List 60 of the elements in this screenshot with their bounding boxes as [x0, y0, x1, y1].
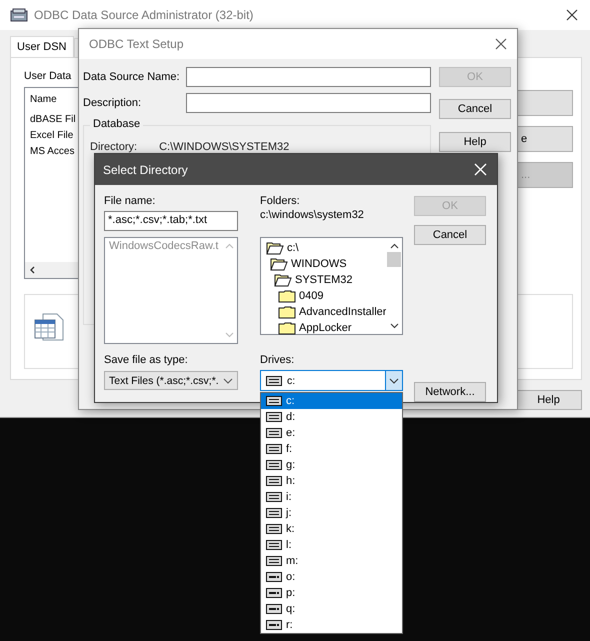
- file-type-dropdown[interactable]: Text Files (*.asc;*.csv;*.: [104, 371, 238, 390]
- drive-option[interactable]: h:: [261, 473, 402, 489]
- scroll-down-icon[interactable]: [390, 323, 399, 329]
- group-label: Database: [90, 118, 144, 130]
- file-item: WindowsCodecsRaw.t: [109, 240, 218, 252]
- drive-option[interactable]: l:: [261, 537, 402, 553]
- drive-option[interactable]: g:: [261, 457, 402, 473]
- drive-icon: [266, 376, 282, 386]
- server-icon: [10, 8, 28, 22]
- close-icon[interactable]: [566, 9, 578, 21]
- drive-option[interactable]: o:: [261, 569, 402, 585]
- scrollbar-thumb[interactable]: [387, 252, 402, 267]
- scroll-left-icon[interactable]: [29, 266, 37, 274]
- folder-item[interactable]: SYSTEM32: [261, 272, 386, 288]
- scroll-up-icon[interactable]: [390, 243, 399, 249]
- current-path: c:\windows\system32: [260, 208, 365, 222]
- drives-label: Drives:: [260, 353, 296, 367]
- input-field[interactable]: [186, 67, 431, 87]
- drive-option[interactable]: f:: [261, 441, 402, 457]
- dialog-button[interactable]: Help: [439, 132, 511, 152]
- folder-item[interactable]: c:\: [261, 240, 386, 256]
- field-label: Description:: [83, 97, 142, 109]
- dropdown-arrow-button[interactable]: [385, 371, 402, 390]
- help-button[interactable]: Help: [515, 390, 582, 410]
- drive-option[interactable]: p:: [261, 585, 402, 601]
- field-label: Data Source Name:: [83, 71, 181, 83]
- chevron-down-icon: [223, 378, 233, 384]
- input-field[interactable]: [186, 93, 431, 113]
- drive-option[interactable]: d:: [261, 409, 402, 425]
- chevron-down-icon: [389, 378, 399, 384]
- drive-option[interactable]: q:: [261, 601, 402, 617]
- window-title: ODBC Data Source Administrator (32-bit): [34, 8, 254, 22]
- file-type-label: Save file as type:: [104, 353, 189, 367]
- file-name-field[interactable]: *.asc;*.csv;*.tab;*.txt: [104, 211, 238, 231]
- folder-item[interactable]: AppLocker: [261, 320, 386, 336]
- close-icon[interactable]: [495, 38, 507, 50]
- dialog-title: ODBC Text Setup: [89, 37, 184, 51]
- drive-option[interactable]: i:: [261, 489, 402, 505]
- folder-item[interactable]: 0409: [261, 288, 386, 304]
- drive-option[interactable]: c:: [261, 393, 402, 409]
- drive-option[interactable]: j:: [261, 505, 402, 521]
- section-label: User Data: [24, 70, 72, 82]
- folder-item[interactable]: WINDOWS: [261, 256, 386, 272]
- directory-path: C:\WINDOWS\SYSTEM32: [159, 141, 290, 153]
- tab[interactable]: User DSN: [10, 36, 74, 57]
- dialog-button[interactable]: Cancel: [414, 225, 486, 245]
- drive-option[interactable]: r:: [261, 617, 402, 633]
- file-name-label: File name:: [104, 194, 156, 208]
- folders-label: Folders:: [260, 194, 301, 208]
- drive-dropdown[interactable]: c:: [260, 370, 403, 391]
- dialog-title: Select Directory: [103, 162, 188, 176]
- scroll-down-icon: [224, 332, 234, 338]
- directory-label: Directory:: [90, 141, 138, 153]
- dialog-button[interactable]: Cancel: [439, 99, 511, 119]
- drive-option[interactable]: m:: [261, 553, 402, 569]
- scroll-up-icon: [224, 243, 234, 249]
- network-button[interactable]: Network...: [414, 382, 486, 402]
- drive-option[interactable]: k:: [261, 521, 402, 537]
- folder-item[interactable]: AdvancedInstaller: [261, 304, 386, 320]
- drive-option[interactable]: e:: [261, 425, 402, 441]
